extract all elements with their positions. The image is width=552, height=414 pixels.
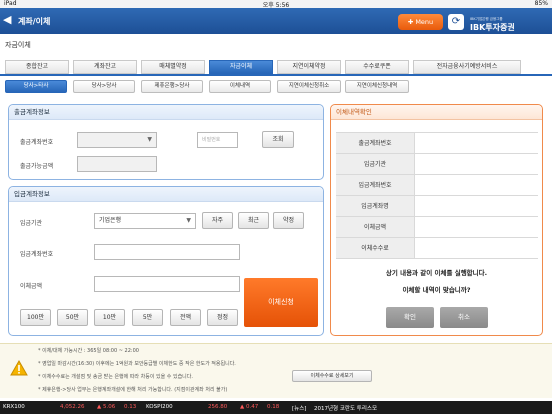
password-field[interactable]: 비밀번호 — [197, 132, 238, 148]
confirm-row-value — [415, 238, 538, 259]
frequent-button[interactable]: 자주 — [202, 212, 233, 229]
ticker-kospi-value: 256.80 — [208, 404, 228, 410]
confirm-row-label: 이체수수료 — [336, 238, 415, 259]
subtab-to-other[interactable]: 당사>타사 — [5, 80, 67, 93]
subtab-partner-bank[interactable]: 제휴은행>당사 — [141, 80, 203, 93]
market-ticker: KRX100 4,052.26 ▲ 5.06 0.13 KOSPI200 256… — [0, 401, 552, 414]
ticker-krx-label: KRX100 — [3, 404, 25, 410]
logo-title: IBK투자증권 — [470, 23, 515, 32]
transfer-request-button[interactable]: 이체신청 — [244, 278, 318, 327]
ticker-kospi-pct: 0.18 — [267, 404, 280, 410]
ticker-krx-change: ▲ 5.06 — [97, 404, 116, 410]
confirm-table: 출금계좌번호 입금기관 입금계좌번호 입금계좌명 이체금액 이체수수료 — [336, 132, 538, 259]
ibk-logo: IBK기업은행 금융그룹 IBK투자증권 — [470, 17, 515, 33]
bank-select-value: 기업은행 — [99, 217, 122, 224]
withdraw-panel-title: 출금계좌정보 — [9, 105, 323, 120]
bank-label: 입금기관 — [20, 220, 43, 227]
tab-total-balance[interactable]: 종합잔고 — [5, 60, 69, 74]
amount-50k-button[interactable]: 5만 — [132, 309, 163, 326]
ticker-kospi-label: KOSPI200 — [146, 404, 173, 410]
confirm-row-value — [415, 217, 538, 238]
notice-line: * 제휴은행->당사 업무는 은행계좌개설에 한해 처리 가능합니다. (지점이… — [38, 387, 228, 393]
amount-all-button[interactable]: 전액 — [170, 309, 201, 326]
ticker-news-label: [뉴스] — [292, 406, 307, 412]
menu-label: Menu — [415, 18, 434, 26]
confirm-button[interactable]: 확인 — [386, 307, 434, 328]
deposit-account-label: 입금계좌번호 — [20, 251, 54, 258]
tab-fund-transfer[interactable]: 자금이체 — [209, 60, 273, 74]
chevron-down-icon: ▼ — [147, 136, 152, 143]
menu-button[interactable]: ✚ Menu — [398, 14, 443, 30]
ticker-krx-value: 4,052.26 — [60, 404, 85, 410]
status-bar: iPad 오후 5:56 85% — [0, 0, 552, 9]
ticker-news-text[interactable]: 2017년형 코란도 투리스모 — [314, 404, 377, 412]
tab-fraud-prevention[interactable]: 전자금융사기예방서비스 — [413, 60, 521, 74]
tab-fee-coupon[interactable]: 수수료쿠폰 — [345, 60, 409, 74]
subtab-delay-cancel[interactable]: 지연이체신청취소 — [277, 80, 341, 93]
bank-select[interactable]: 기업은행 ▼ — [94, 213, 196, 229]
notice-line: * 이체/대체 가능시간 : 365일 08:00 ~ 22:00 — [38, 348, 139, 354]
confirm-row-value — [415, 175, 538, 196]
confirm-row-label: 입금계좌번호 — [336, 175, 415, 196]
chevron-down-icon: ▼ — [186, 217, 191, 224]
warning-icon — [10, 360, 28, 376]
ticker-kospi-change: ▲ 0.47 — [240, 404, 259, 410]
confirm-row-value — [415, 154, 538, 175]
confirm-row-label: 입금기관 — [336, 154, 415, 175]
ticker-krx-pct: 0.13 — [124, 404, 137, 410]
tab-underline — [0, 74, 552, 76]
promise-button[interactable]: 약정 — [273, 212, 304, 229]
amount-500k-button[interactable]: 50만 — [57, 309, 88, 326]
confirm-row-value — [415, 196, 538, 217]
page-title: 계좌/이체 — [18, 17, 51, 26]
deposit-account-input[interactable] — [94, 244, 240, 260]
notice-line: * 이체수수료는 개설점 및 송금 받는 은행에 따라 차등이 있을 수 있습니… — [38, 374, 193, 380]
confirm-row-label: 이체금액 — [336, 217, 415, 238]
deposit-panel-title: 입금계좌정보 — [9, 187, 323, 202]
confirm-panel-title: 이체내역확인 — [331, 105, 542, 120]
app-header: ◀ 계좌/이체 ✚ Menu ⟳ IBK기업은행 금융그룹 IBK투자증권 — [0, 8, 552, 34]
refresh-icon[interactable]: ⟳ — [448, 14, 464, 30]
section-title: 자금이체 — [5, 41, 31, 49]
lookup-button[interactable]: 조회 — [262, 131, 294, 148]
battery-level: 85% — [534, 0, 548, 7]
back-arrow-icon[interactable]: ◀ — [3, 13, 15, 29]
amount-clear-button[interactable]: 정정 — [207, 309, 238, 326]
available-amount-field — [77, 156, 157, 172]
confirm-row-label: 출금계좌번호 — [336, 133, 415, 154]
subtab-delay-history[interactable]: 지연이체신청내역 — [345, 80, 409, 93]
available-amount-label: 출금가능금액 — [20, 163, 54, 170]
tab-delayed-transfer[interactable]: 지연이체약정 — [277, 60, 341, 74]
amount-1m-button[interactable]: 100만 — [20, 309, 51, 326]
amount-input[interactable] — [94, 276, 240, 292]
confirm-message-1: 상기 내용과 같이 이체를 실행합니다. — [385, 269, 488, 277]
notice-line: * 영업일 마감시간(16:30) 이후에는 1억원과 보안등급별 이체한도 중… — [38, 361, 236, 367]
amount-100k-button[interactable]: 10만 — [94, 309, 125, 326]
subtab-history[interactable]: 이체내역 — [209, 80, 271, 93]
recent-button[interactable]: 최근 — [238, 212, 269, 229]
logo-subtitle: IBK기업은행 금융그룹 — [470, 17, 503, 21]
tab-media-contract[interactable]: 매체별약정 — [141, 60, 205, 74]
fee-detail-button[interactable]: 이체수수료 상세보기 — [292, 370, 372, 382]
confirm-message-2: 이체할 내역이 맞습니까? — [402, 286, 471, 294]
amount-label: 이체금액 — [20, 283, 43, 290]
confirm-row-label: 입금계좌명 — [336, 196, 415, 217]
confirm-row-value — [415, 133, 538, 154]
withdraw-account-label: 출금계좌번호 — [20, 139, 54, 146]
subtab-to-self[interactable]: 당사>당사 — [73, 80, 135, 93]
cancel-button[interactable]: 취소 — [440, 307, 488, 328]
withdraw-account-select[interactable]: ▼ — [77, 132, 157, 148]
tab-account-balance[interactable]: 계좌잔고 — [73, 60, 137, 74]
